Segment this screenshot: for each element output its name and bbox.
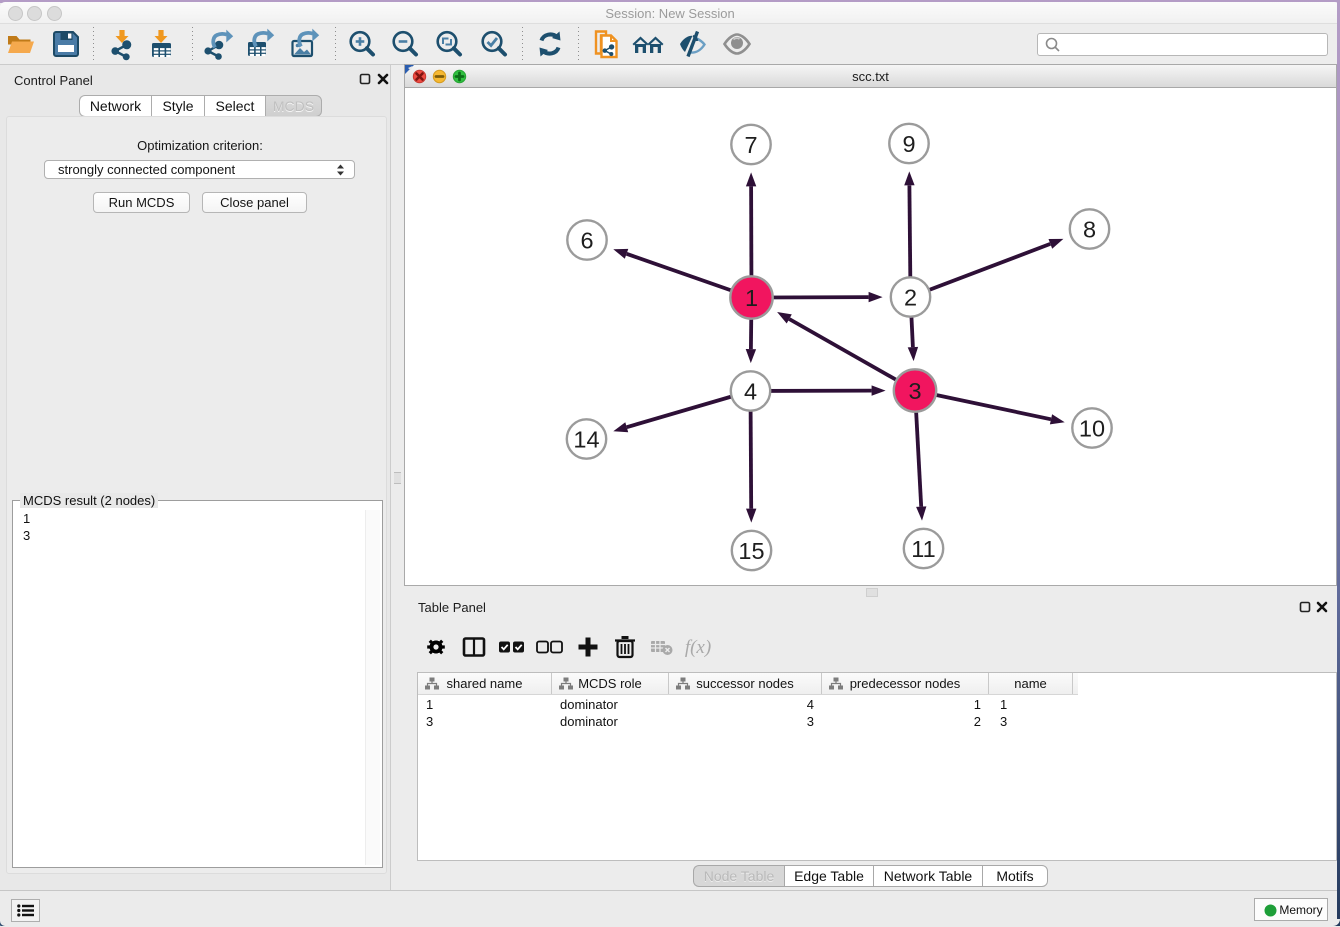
svg-text:f(x): f(x) [685, 637, 711, 658]
svg-text:14: 14 [573, 426, 599, 452]
svg-text:7: 7 [744, 132, 757, 158]
svg-text:11: 11 [911, 536, 935, 562]
svg-text:8: 8 [1083, 216, 1096, 242]
svg-text:4: 4 [744, 378, 757, 404]
svg-text:1: 1 [745, 285, 758, 311]
svg-text:10: 10 [1079, 415, 1105, 441]
svg-text:15: 15 [738, 538, 764, 564]
svg-text:9: 9 [902, 131, 915, 157]
svg-text:3: 3 [908, 378, 921, 404]
svg-text:6: 6 [580, 227, 593, 253]
svg-text:2: 2 [904, 284, 917, 310]
